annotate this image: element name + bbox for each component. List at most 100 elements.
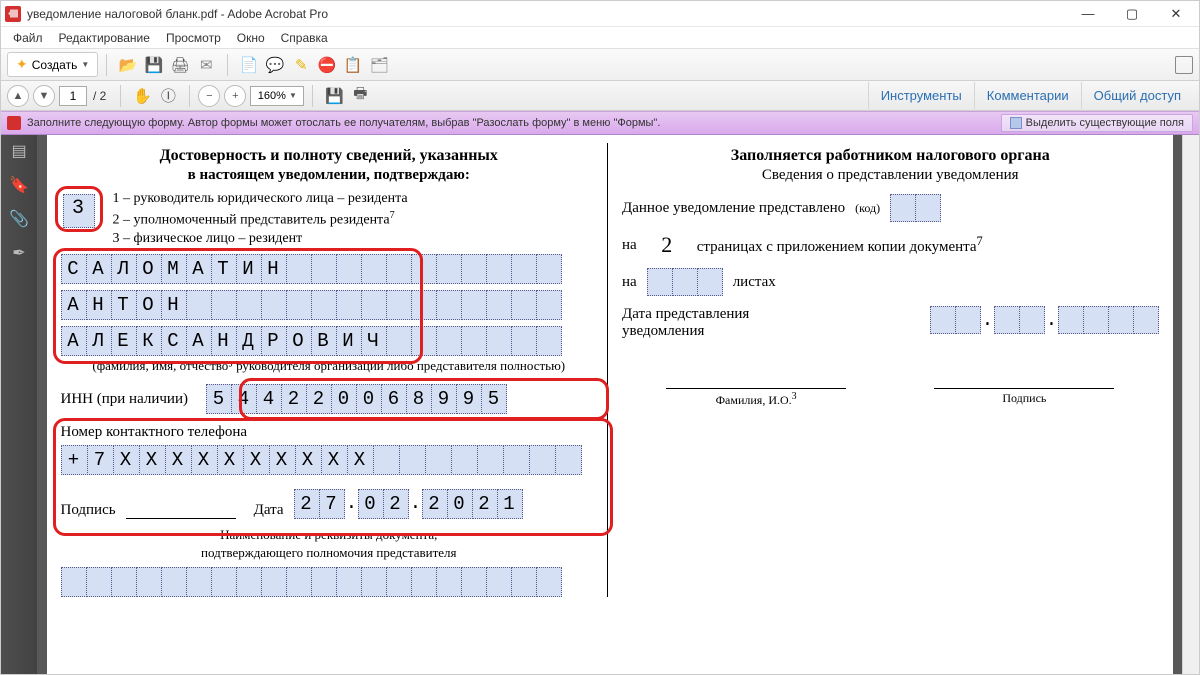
presented-code-field[interactable] [890, 194, 941, 222]
page-number-input[interactable]: 1 [59, 86, 87, 106]
doc-note-2: подтверждающего полномочия представителя [61, 545, 598, 561]
phone-field[interactable]: +7XXXXXXXXXX [61, 445, 598, 475]
pages-panel-icon[interactable]: ▤ [9, 141, 29, 161]
zoom-in-button[interactable]: + [224, 85, 246, 107]
toolbar-separator [120, 85, 121, 107]
sheets-post: листах [733, 274, 776, 291]
zoom-out-button[interactable]: − [198, 85, 220, 107]
left-heading-1: Достоверность и полноту сведений, указан… [61, 147, 598, 165]
legend-2: 2 – уполномоченный представитель резиден… [113, 213, 390, 228]
date-label: Дата [254, 502, 284, 519]
pages-pre: на [622, 237, 637, 254]
app-window: уведомление налоговой бланк.pdf - Adobe … [0, 0, 1200, 675]
minimize-button[interactable]: — [1075, 4, 1101, 24]
menu-file[interactable]: Файл [5, 29, 51, 47]
page-down-button[interactable]: ▼ [33, 85, 55, 107]
legend-1: 1 – руководитель юридического лица – рез… [113, 190, 598, 209]
tab-share[interactable]: Общий доступ [1081, 82, 1193, 109]
right-heading: Заполняется работником налогового органа [622, 147, 1159, 165]
pdf-page: Достоверность и полноту сведений, указан… [47, 135, 1173, 674]
menu-edit[interactable]: Редактирование [51, 29, 158, 47]
side-panel: ▤ 🔖 📎 ✒ [1, 135, 37, 674]
window-title: уведомление налоговой бланк.pdf - Adobe … [27, 7, 1075, 21]
form-notice-text: Заполните следующую форму. Автор формы м… [27, 117, 660, 129]
legend: 1 – руководитель юридического лица – рез… [113, 190, 598, 249]
fullscreen-icon[interactable] [1175, 56, 1193, 74]
form-icon[interactable]: 📋 [344, 56, 362, 74]
inn-label: ИНН (при наличии) [61, 391, 188, 408]
toolbar-separator [106, 54, 107, 76]
phone-label: Номер контактного телефона [61, 424, 598, 441]
print2-icon[interactable]: 🖶 [351, 87, 369, 105]
pages-sup: 7 [977, 234, 983, 248]
inn-field[interactable]: 544220068995 [206, 384, 507, 414]
left-heading-2: в настоящем уведомлении, подтверждаю: [61, 167, 598, 184]
toolbar-separator [189, 85, 190, 107]
document-requisites-field[interactable] [61, 567, 598, 597]
select-tool-icon[interactable]: Ⓘ [159, 87, 177, 105]
hand-tool-icon[interactable]: ✋ [133, 87, 151, 105]
save-icon[interactable]: 💾 [145, 56, 163, 74]
presented-code-label: (код) [855, 201, 880, 216]
submit-date-label-1: Дата представления [622, 306, 749, 323]
menu-help[interactable]: Справка [273, 29, 336, 47]
signatures-panel-icon[interactable]: ✒ [9, 243, 29, 263]
open-icon[interactable]: 📂 [119, 56, 137, 74]
tab-comments[interactable]: Комментарии [974, 82, 1081, 109]
left-column: Достоверность и полноту сведений, указан… [61, 143, 609, 597]
patronymic-field[interactable]: АЛЕКСАНДРОВИЧ [61, 326, 598, 356]
close-button[interactable]: ✕ [1163, 4, 1189, 24]
multimedia-icon[interactable]: 🗂 [370, 56, 388, 74]
create-button[interactable]: ✦ Создать ▼ [7, 52, 98, 77]
app-icon [5, 6, 21, 22]
nav-toolbar: ▲ ▼ 1 / 2 ✋ Ⓘ − + 160% ▼ 💾 🖶 Инструменты… [1, 81, 1199, 111]
attachments-panel-icon[interactable]: 📎 [9, 209, 29, 229]
zoom-value: 160% [258, 90, 286, 102]
print-icon[interactable]: 🖨 [171, 56, 189, 74]
name-note: (фамилия, имя, отчество⁵ руководителя ор… [61, 358, 598, 374]
restrict-icon[interactable]: ⛔ [318, 56, 336, 74]
surname-field[interactable]: САЛОМАТИН [61, 254, 598, 284]
right-sub: Сведения о представлении уведомления [622, 167, 1159, 184]
titlebar: уведомление налоговой бланк.pdf - Adobe … [1, 1, 1199, 27]
vertical-scrollbar[interactable] [1182, 135, 1199, 674]
pages-post: страницах с приложением копии документа [697, 239, 977, 255]
submit-date-field[interactable]: . . [930, 306, 1159, 334]
presented-label: Данное уведомление представлено [622, 200, 845, 217]
date-field[interactable]: 27.02.2021 [294, 489, 523, 519]
page-count: / 2 [93, 89, 106, 103]
firstname-field[interactable]: АНТОН [61, 290, 598, 320]
declarant-type-field[interactable]: 3 [63, 194, 95, 228]
legend-3: 3 – физическое лицо – резидент [113, 230, 598, 249]
highlight-fields-button[interactable]: Выделить существующие поля [1001, 114, 1193, 132]
form-notice-bar: Заполните следующую форму. Автор формы м… [1, 111, 1199, 135]
toolbar-separator [227, 54, 228, 76]
right-tabs: Инструменты Комментарии Общий доступ [868, 82, 1193, 109]
star-icon: ✦ [16, 56, 28, 73]
date-dot: . [1045, 306, 1059, 334]
export-icon[interactable]: 📄 [240, 56, 258, 74]
form-notice-icon [7, 116, 21, 130]
edit-icon[interactable]: ✎ [292, 56, 310, 74]
official-signatures: Фамилия, И.О.3 Подпись [622, 388, 1159, 408]
menubar: Файл Редактирование Просмотр Окно Справк… [1, 27, 1199, 49]
signature-line [126, 505, 236, 519]
menu-view[interactable]: Просмотр [158, 29, 229, 47]
workspace: ▤ 🔖 📎 ✒ Достоверность и полноту сведений… [1, 135, 1199, 674]
maximize-button[interactable]: ▢ [1119, 4, 1145, 24]
menu-window[interactable]: Окно [229, 29, 273, 47]
save-copy-icon[interactable]: 💾 [325, 87, 343, 105]
zoom-level[interactable]: 160% ▼ [250, 86, 304, 106]
right-column: Заполняется работником налогового органа… [622, 143, 1159, 597]
date-dot: . [981, 306, 995, 334]
window-controls: — ▢ ✕ [1075, 4, 1195, 24]
page-up-button[interactable]: ▲ [7, 85, 29, 107]
document-viewport[interactable]: Достоверность и полноту сведений, указан… [37, 135, 1182, 674]
submit-date-label-2: уведомления [622, 323, 749, 340]
mail-icon[interactable]: ✉ [197, 56, 215, 74]
bookmarks-panel-icon[interactable]: 🔖 [9, 175, 29, 195]
tab-tools[interactable]: Инструменты [868, 82, 974, 109]
sheets-field[interactable] [647, 268, 723, 296]
official-sign-label: Подпись [934, 388, 1114, 408]
comment-icon[interactable]: 💬 [266, 56, 284, 74]
